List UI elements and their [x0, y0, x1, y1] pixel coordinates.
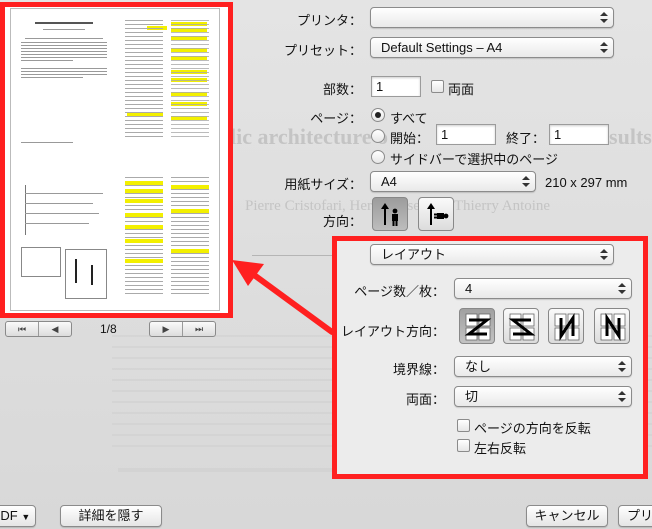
preset-value: Default Settings – A4	[381, 40, 503, 55]
preset-label: プリセット：	[283, 43, 362, 58]
pages-all-label: すべて	[390, 111, 428, 126]
two-sided-popup[interactable]: 切	[454, 386, 632, 407]
two-sided-value: 切	[465, 389, 479, 404]
orientation-landscape-button[interactable]	[418, 197, 454, 231]
layout-n-icon	[554, 313, 580, 341]
mini-page-3	[15, 169, 113, 309]
printer-label: プリンタ：	[296, 13, 362, 28]
pages-per-sheet-label: ページ数／枚：	[354, 284, 445, 299]
popup-arrows-icon	[600, 10, 608, 25]
mini-page-4	[117, 169, 217, 309]
annotation-arrow-icon	[232, 260, 335, 335]
flip-horizontal-checkbox[interactable]	[457, 439, 470, 452]
duplex-label: 両面	[448, 82, 475, 97]
popup-arrows-icon	[600, 247, 608, 262]
layout-direction-label: レイアウト方向：	[340, 324, 445, 339]
preview-annotation-frame	[0, 2, 233, 318]
popup-arrows-icon	[618, 359, 626, 374]
printer-popup[interactable]	[370, 7, 614, 28]
layout-reverse-n-icon	[600, 313, 626, 341]
page-counter: 1/8	[100, 322, 117, 336]
popup-arrows-icon	[618, 281, 626, 296]
pages-per-sheet-value: 4	[465, 281, 473, 296]
reverse-orientation-checkbox[interactable]	[457, 419, 470, 432]
pages-all-radio[interactable]	[371, 108, 385, 122]
section-value: レイアウト	[381, 247, 447, 262]
pages-from-label: 開始：	[390, 131, 430, 146]
popup-arrows-icon	[618, 389, 626, 404]
border-popup[interactable]: なし	[454, 356, 632, 377]
mini-page-1	[15, 12, 113, 152]
pdf-menu-button[interactable]: PDF ▼	[0, 505, 36, 527]
background-title-left: lic architecture o	[230, 124, 389, 149]
mini-page-2	[117, 12, 217, 152]
next-page-icon[interactable]: ▶	[150, 322, 182, 336]
dropdown-triangle-icon: ▼	[21, 512, 31, 522]
landscape-person-icon	[427, 203, 449, 225]
duplex-checkbox[interactable]	[431, 80, 444, 93]
paper-size-label: 用紙サイズ：	[284, 177, 362, 192]
pages-sidebar-label: サイドバーで選択中のページ	[390, 152, 558, 167]
preview-page[interactable]	[10, 8, 220, 311]
copies-field[interactable]: 1	[371, 76, 421, 97]
pdf-label: PDF	[0, 508, 18, 523]
layout-direction-reverse-z-button[interactable]	[503, 308, 539, 344]
pages-to-label: 終了：	[506, 131, 546, 146]
pages-sidebar-radio[interactable]	[371, 150, 385, 164]
last-page-icon[interactable]: ⏭	[182, 322, 215, 336]
print-button[interactable]: プリ	[618, 505, 652, 527]
reverse-orientation-label: ページの方向を反転	[474, 421, 591, 436]
first-page-icon[interactable]: ⏮	[6, 322, 38, 336]
orientation-label: 方向：	[322, 214, 362, 229]
layout-direction-n-button[interactable]	[548, 308, 584, 344]
pages-per-sheet-popup[interactable]: 4	[454, 278, 632, 299]
nav-first-prev-group: ⏮ ◀	[5, 321, 72, 337]
orientation-portrait-button[interactable]	[372, 197, 408, 231]
nav-next-last-group: ▶ ⏭	[149, 321, 216, 337]
layout-direction-z-button[interactable]	[459, 308, 495, 344]
portrait-person-icon	[381, 203, 398, 226]
pages-from-field[interactable]: 1	[436, 124, 496, 145]
paper-size-value: A4	[381, 174, 397, 189]
pages-to-field[interactable]: 1	[549, 124, 609, 145]
border-value: なし	[465, 359, 492, 374]
background-title-right: sults	[609, 124, 652, 149]
cancel-button[interactable]: キャンセル	[526, 505, 608, 527]
popup-arrows-icon	[522, 174, 530, 189]
popup-arrows-icon	[600, 40, 608, 55]
layout-reverse-z-icon	[508, 313, 536, 341]
layout-direction-reverse-n-button[interactable]	[594, 308, 630, 344]
preset-popup[interactable]: Default Settings – A4	[370, 37, 614, 58]
preview-page-navigation: ⏮ ◀ 1/8 ▶ ⏭	[5, 321, 225, 337]
paper-size-popup[interactable]: A4	[370, 171, 536, 192]
hide-details-button[interactable]: 詳細を隠す	[60, 505, 162, 527]
paper-dimensions: 210 x 297 mm	[545, 175, 628, 190]
border-label: 境界線：	[392, 362, 445, 377]
layout-z-icon	[464, 313, 492, 341]
section-popup[interactable]: レイアウト	[370, 244, 614, 265]
prev-page-icon[interactable]: ◀	[38, 322, 71, 336]
pages-range-radio[interactable]	[371, 129, 385, 143]
two-sided-label: 両面：	[405, 392, 445, 407]
pages-label: ページ：	[310, 111, 362, 126]
flip-horizontal-label: 左右反転	[474, 441, 527, 456]
copies-label: 部数：	[322, 82, 362, 97]
